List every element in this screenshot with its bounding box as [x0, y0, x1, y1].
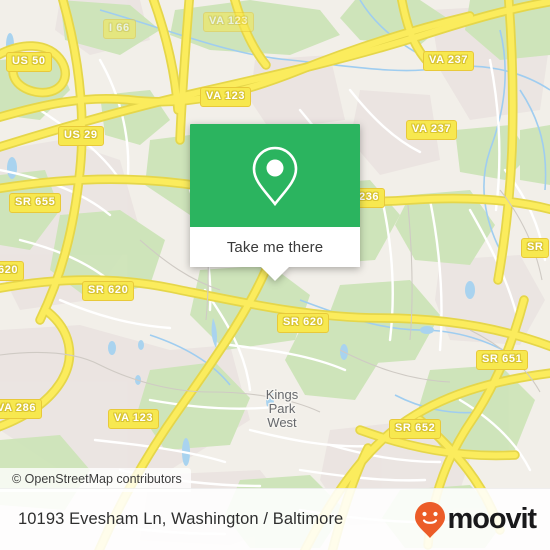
- moovit-brand[interactable]: moovit: [414, 501, 538, 539]
- road-shield-sr-clip: SR: [521, 238, 550, 258]
- address-title: 10193 Evesham Ln, Washington / Baltimore: [18, 510, 344, 528]
- road-shield-va-237-s: VA 237: [406, 120, 458, 140]
- road-shield-va-237-n: VA 237: [423, 51, 475, 71]
- road-shield-va-123-s: VA 123: [108, 409, 160, 429]
- road-shield-620-w: 620: [0, 261, 25, 281]
- road-shield-sr-652: SR 652: [389, 419, 442, 439]
- road-shield-i-66: I 66: [103, 19, 136, 39]
- road-shield-va-123-n: VA 123: [203, 12, 255, 32]
- road-shield-sr-655: SR 655: [9, 193, 62, 213]
- popup-action-area[interactable]: Take me there: [190, 227, 360, 281]
- place-label-kings-park-west: Kings Park West: [265, 387, 299, 430]
- road-shield-va-123-m: VA 123: [200, 87, 252, 107]
- take-me-there-label: Take me there: [226, 238, 324, 256]
- road-shield-us-50: US 50: [6, 52, 52, 72]
- popup-pointer-tail: [261, 267, 289, 281]
- road-shield-va-286: VA 286: [0, 399, 43, 419]
- road-shield-us-29: US 29: [58, 126, 104, 146]
- destination-popup-card[interactable]: Take me there: [190, 124, 360, 281]
- road-shield-sr-620-e: SR 620: [277, 313, 330, 333]
- road-shield-sr-651: SR 651: [476, 350, 529, 370]
- map-screenshot: Kings Park West I 66 VA 123 US 50 VA 237…: [0, 0, 550, 550]
- moovit-pin-smile-icon: [414, 501, 445, 538]
- moovit-wordmark: moovit: [447, 503, 538, 535]
- map-pin-icon: [252, 146, 298, 206]
- road-shield-sr-620-w: SR 620: [82, 281, 135, 301]
- popup-icon-area: [190, 124, 360, 227]
- footer-bar: 10193 Evesham Ln, Washington / Baltimore…: [0, 488, 550, 550]
